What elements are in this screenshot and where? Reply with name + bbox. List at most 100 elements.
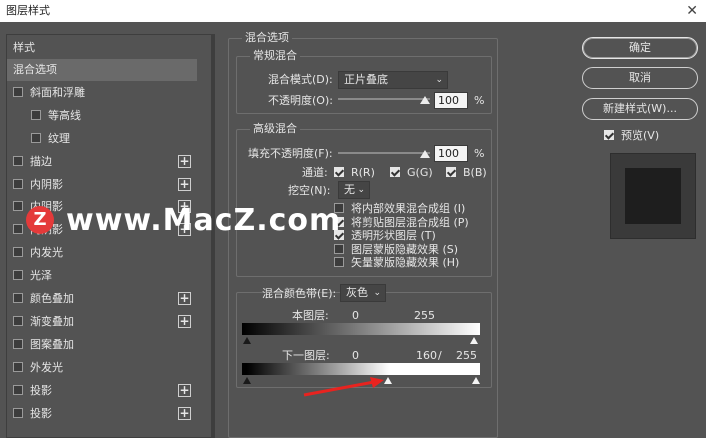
style-preview-swatch	[625, 168, 681, 224]
preview-toggle[interactable]: 预览(V)	[604, 129, 659, 143]
style-item[interactable]: 纹理	[7, 128, 211, 150]
style-item[interactable]: 内阴影 +	[7, 174, 211, 196]
opacity-unit: %	[474, 94, 485, 107]
underlying-layer-label: 下一图层:	[282, 349, 330, 362]
style-item-label: 纹理	[48, 131, 70, 145]
this-layer-white-slider[interactable]	[470, 337, 478, 344]
style-item[interactable]: 描边 +	[7, 151, 211, 173]
style-list-header: 样式	[13, 41, 35, 54]
add-effect-icon[interactable]: +	[178, 154, 191, 168]
add-effect-icon[interactable]: +	[178, 406, 191, 420]
watermark-text: www.MacZ.com	[66, 202, 342, 238]
style-item-checkbox[interactable]	[13, 361, 23, 372]
style-item-checkbox[interactable]	[13, 270, 23, 281]
knockout-value: 无	[344, 183, 355, 196]
advanced-option-label: 透明形状图层 (T)	[351, 229, 436, 242]
style-item[interactable]: 颜色叠加 +	[7, 288, 211, 310]
channel-g-label: G(G)	[407, 166, 433, 179]
advanced-option[interactable]: 矢量蒙版隐藏效果 (H)	[334, 256, 459, 270]
style-item-label: 外发光	[30, 360, 63, 374]
fill-opacity-label: 填充不透明度(F):	[248, 147, 333, 160]
opacity-slider-thumb[interactable]	[420, 96, 430, 104]
advanced-option-label: 将内部效果混合成组 (I)	[351, 202, 466, 215]
style-item-label: 渐变叠加	[30, 314, 74, 328]
style-item-checkbox[interactable]	[13, 86, 23, 97]
advanced-option[interactable]: 将剪贴图层混合成组 (P)	[334, 216, 469, 230]
fill-opacity-unit: %	[474, 147, 485, 160]
chevron-down-icon: ⌄	[435, 75, 443, 85]
watermark-logo: Z	[26, 206, 54, 234]
fill-opacity-slider[interactable]	[338, 152, 430, 154]
channel-b-checkbox[interactable]	[446, 167, 456, 177]
style-item-checkbox[interactable]	[13, 224, 23, 235]
red-arrow-annotation	[303, 377, 384, 397]
style-item-label: 描边	[30, 154, 52, 168]
this-layer-min: 0	[352, 309, 359, 322]
advanced-option-checkbox[interactable]	[334, 243, 344, 254]
channel-r-checkbox[interactable]	[334, 167, 344, 177]
add-effect-icon[interactable]: +	[178, 383, 191, 397]
add-effect-icon[interactable]: +	[178, 292, 191, 305]
fill-opacity-slider-thumb[interactable]	[420, 150, 430, 158]
style-item-checkbox[interactable]	[31, 109, 41, 120]
advanced-option[interactable]: 图层蒙版隐藏效果 (S)	[334, 243, 458, 257]
opacity-slider[interactable]	[338, 98, 430, 100]
opacity-input[interactable]: 100	[434, 92, 468, 109]
style-item[interactable]: 投影 +	[7, 403, 211, 425]
style-item-label: 等高线	[48, 108, 81, 122]
style-item-checkbox[interactable]	[31, 132, 41, 143]
advanced-option[interactable]: 透明形状图层 (T)	[334, 229, 436, 243]
blend-mode-value: 正片叠底	[344, 73, 388, 86]
style-item[interactable]: 内发光	[7, 242, 211, 264]
preview-checkbox[interactable]	[604, 130, 614, 140]
opacity-label: 不透明度(O):	[268, 94, 333, 107]
advanced-option-checkbox[interactable]	[334, 257, 344, 267]
style-item[interactable]: 斜面和浮雕	[7, 82, 211, 104]
style-item-checkbox[interactable]	[13, 407, 23, 418]
style-item[interactable]: 混合选项	[7, 59, 197, 81]
title-bar: 图层样式 ✕	[0, 0, 706, 22]
cancel-button[interactable]: 取消	[582, 67, 698, 89]
new-style-button[interactable]: 新建样式(W)...	[582, 98, 698, 120]
blend-if-select[interactable]: 灰色 ⌄	[340, 284, 386, 302]
fill-opacity-input[interactable]: 100	[434, 145, 468, 162]
style-item-checkbox[interactable]	[13, 178, 23, 189]
style-item-checkbox[interactable]	[13, 315, 23, 326]
style-item[interactable]: 光泽	[7, 265, 211, 287]
channel-g-checkbox[interactable]	[390, 167, 400, 177]
ok-button[interactable]: 确定	[582, 37, 698, 59]
advanced-option-label: 矢量蒙版隐藏效果 (H)	[351, 256, 460, 269]
style-item-label: 混合选项	[13, 63, 57, 76]
underlying-white-slider[interactable]	[472, 377, 480, 384]
channel-b[interactable]: B(B)	[446, 166, 487, 180]
style-item[interactable]: 渐变叠加 +	[7, 311, 211, 333]
style-item[interactable]: 外发光	[7, 357, 211, 379]
style-item[interactable]: 等高线	[7, 105, 211, 127]
add-effect-icon[interactable]: +	[178, 314, 191, 328]
this-layer-gradient[interactable]	[242, 323, 480, 335]
underlying-black-slider[interactable]	[243, 377, 251, 384]
style-item-checkbox[interactable]	[13, 155, 23, 166]
style-item-checkbox[interactable]	[13, 338, 23, 349]
channel-g[interactable]: G(G)	[390, 166, 433, 180]
style-item-label: 斜面和浮雕	[30, 85, 85, 99]
style-item-checkbox[interactable]	[13, 293, 23, 303]
this-layer-label: 本图层:	[292, 309, 329, 322]
style-item-checkbox[interactable]	[13, 384, 23, 395]
add-effect-icon[interactable]: +	[178, 177, 191, 191]
style-item-checkbox[interactable]	[13, 201, 23, 212]
style-item[interactable]: 图案叠加	[7, 334, 211, 356]
advanced-option[interactable]: 将内部效果混合成组 (I)	[334, 202, 465, 216]
channel-r[interactable]: R(R)	[334, 166, 375, 180]
blend-mode-select[interactable]: 正片叠底 ⌄	[338, 71, 448, 89]
this-layer-black-slider[interactable]	[243, 337, 251, 344]
underlying-max: 255	[456, 349, 477, 362]
close-icon[interactable]: ✕	[686, 0, 698, 22]
chevron-down-icon: ⌄	[357, 185, 365, 195]
knockout-select[interactable]: 无 ⌄	[338, 181, 370, 199]
style-item[interactable]: 投影 +	[7, 380, 211, 402]
style-item-checkbox[interactable]	[13, 247, 23, 258]
advanced-blending-title: 高级混合	[250, 122, 300, 135]
advanced-option-label: 图层蒙版隐藏效果 (S)	[351, 242, 459, 256]
underlying-layer-gradient[interactable]	[242, 363, 480, 375]
